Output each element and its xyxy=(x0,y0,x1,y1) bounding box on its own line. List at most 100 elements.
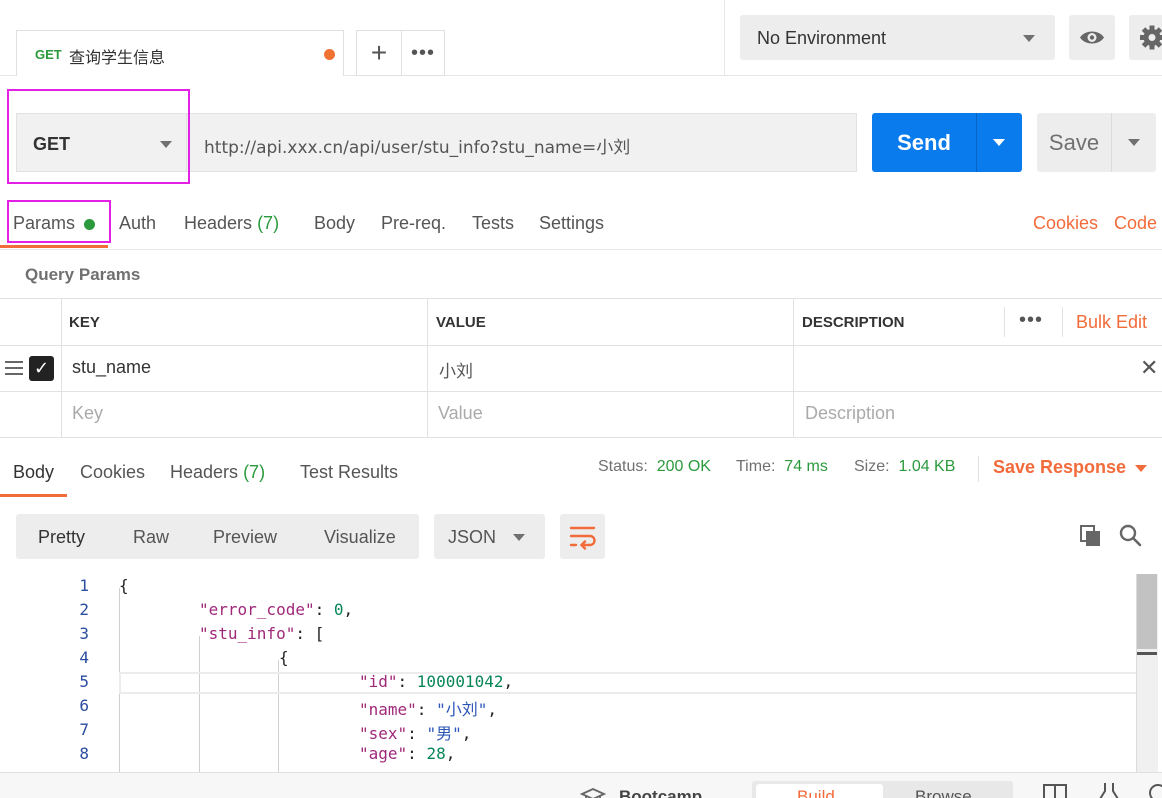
new-tab-button[interactable]: + xyxy=(356,30,402,76)
view-mode-preview[interactable]: Preview xyxy=(213,527,277,548)
scrollbar-marker xyxy=(1137,652,1157,655)
code-punctuation: , xyxy=(445,744,456,763)
chevron-down-icon xyxy=(1023,35,1035,42)
build-button[interactable]: Build xyxy=(756,784,883,798)
help-icon[interactable] xyxy=(1148,781,1162,798)
code-line: "age": 28, xyxy=(359,744,455,763)
delete-param-icon[interactable]: ✕ xyxy=(1140,355,1158,381)
save-response-button[interactable]: Save Response xyxy=(993,457,1126,478)
code-scrollbar-thumb[interactable] xyxy=(1137,574,1157,649)
tab-headers-count: (7) xyxy=(257,213,280,233)
format-select[interactable]: JSON xyxy=(434,514,545,559)
eye-icon xyxy=(1080,31,1104,44)
column-header-key: KEY xyxy=(69,314,100,331)
browse-button[interactable]: Browse xyxy=(915,787,972,798)
cookies-link[interactable]: Cookies xyxy=(1033,213,1098,234)
column-options-button[interactable]: ••• xyxy=(1019,309,1043,332)
chevron-down-icon xyxy=(513,534,525,541)
json-string: "男" xyxy=(426,724,462,743)
line-number: 3 xyxy=(79,624,89,643)
response-body-code[interactable]: 1{2 "error_code": 0, 3 "stu_info": [4{5 "id"… xyxy=(0,574,1157,772)
chevron-down-icon[interactable] xyxy=(1135,465,1147,472)
code-punctuation: { xyxy=(279,648,289,667)
divider xyxy=(0,249,1162,250)
view-mode-visualize[interactable]: Visualize xyxy=(324,527,396,548)
view-mode-raw[interactable]: Raw xyxy=(133,527,169,548)
json-key: "name" xyxy=(359,700,417,719)
divider xyxy=(978,456,979,482)
wrap-lines-button[interactable] xyxy=(560,514,605,559)
view-mode-pretty[interactable]: Pretty xyxy=(38,527,85,548)
response-headers-count: (7) xyxy=(243,462,266,482)
tab-auth[interactable]: Auth xyxy=(119,213,156,234)
build-label: Build xyxy=(797,787,835,798)
divider xyxy=(724,0,725,76)
table-border xyxy=(1062,307,1063,337)
table-border xyxy=(0,391,1162,392)
new-param-description-input[interactable]: Description xyxy=(805,403,895,424)
table-border xyxy=(1004,307,1005,337)
search-icon[interactable] xyxy=(1118,523,1142,547)
bulk-edit-link[interactable]: Bulk Edit xyxy=(1076,312,1147,333)
bootcamp-icon xyxy=(580,788,606,798)
send-options-button[interactable] xyxy=(976,113,1022,172)
line-number: 7 xyxy=(79,720,89,739)
json-number: 100001042 xyxy=(416,672,504,691)
bootcamp-link[interactable]: Bootcamp xyxy=(619,787,702,798)
response-size: Size: 1.04 KB xyxy=(854,458,955,476)
param-key[interactable]: stu_name xyxy=(72,357,151,378)
column-header-description: DESCRIPTION xyxy=(802,314,905,331)
tab-body[interactable]: Body xyxy=(314,213,355,234)
settings-button[interactable] xyxy=(1129,15,1162,60)
status-label: Status: xyxy=(598,458,648,475)
code-line: { xyxy=(119,576,129,595)
send-button[interactable]: Send xyxy=(872,113,976,172)
two-pane-view-icon[interactable] xyxy=(1043,783,1067,798)
code-link[interactable]: Code xyxy=(1114,213,1157,234)
tab-settings[interactable]: Settings xyxy=(539,213,604,234)
new-param-value-input[interactable]: Value xyxy=(438,403,483,424)
current-line-highlight xyxy=(119,672,1157,694)
table-border xyxy=(0,345,1162,346)
environment-select[interactable]: No Environment xyxy=(740,15,1055,60)
table-border xyxy=(61,298,62,438)
code-punctuation: { xyxy=(119,576,129,595)
unsaved-dot-icon xyxy=(324,49,335,60)
runner-icon[interactable] xyxy=(1097,781,1121,798)
save-button[interactable]: Save xyxy=(1037,113,1111,172)
code-punctuation: [ xyxy=(314,624,325,643)
active-tab-indicator xyxy=(0,245,108,248)
tab-tests[interactable]: Tests xyxy=(472,213,514,234)
environment-quick-look-button[interactable] xyxy=(1069,15,1115,60)
url-text: http://api.xxx.cn/api/user/stu_info?stu_… xyxy=(204,138,631,158)
json-number: 0 xyxy=(333,600,344,619)
code-line: { xyxy=(279,648,289,667)
param-enabled-checkbox[interactable]: ✓ xyxy=(29,356,54,381)
save-options-button[interactable] xyxy=(1111,113,1156,172)
query-params-title: Query Params xyxy=(25,265,141,284)
code-line: "error_code": 0, xyxy=(199,600,353,619)
response-time: Time: 74 ms xyxy=(736,458,828,476)
tab-prereq[interactable]: Pre-req. xyxy=(381,213,446,234)
request-tab[interactable]: GET 查询学生信息 xyxy=(16,30,344,76)
param-value[interactable]: 小刘 xyxy=(439,357,473,382)
response-tab-body[interactable]: Body xyxy=(13,462,54,483)
response-tab-cookies[interactable]: Cookies xyxy=(80,462,145,483)
code-punctuation: : xyxy=(314,600,334,619)
copy-icon[interactable] xyxy=(1079,524,1103,548)
url-input[interactable]: http://api.xxx.cn/api/user/stu_info?stu_… xyxy=(186,113,857,172)
drag-handle-icon[interactable] xyxy=(5,361,23,379)
code-line: "stu_info": [ xyxy=(199,624,324,643)
time-value: 74 ms xyxy=(784,458,828,475)
request-tab-title: 查询学生信息 xyxy=(69,48,166,67)
tab-headers[interactable]: Headers (7) xyxy=(184,213,279,234)
new-param-key-input[interactable]: Key xyxy=(72,403,103,424)
response-tab-headers[interactable]: Headers (7) xyxy=(170,462,265,483)
line-number: 8 xyxy=(79,744,89,763)
code-line: "id": 100001042, xyxy=(359,672,513,691)
tab-more-button[interactable]: ••• xyxy=(401,30,445,76)
code-punctuation: , xyxy=(487,700,497,719)
chevron-down-icon xyxy=(993,139,1005,146)
response-tab-test-results[interactable]: Test Results xyxy=(300,462,398,483)
json-number: 28 xyxy=(426,744,446,763)
